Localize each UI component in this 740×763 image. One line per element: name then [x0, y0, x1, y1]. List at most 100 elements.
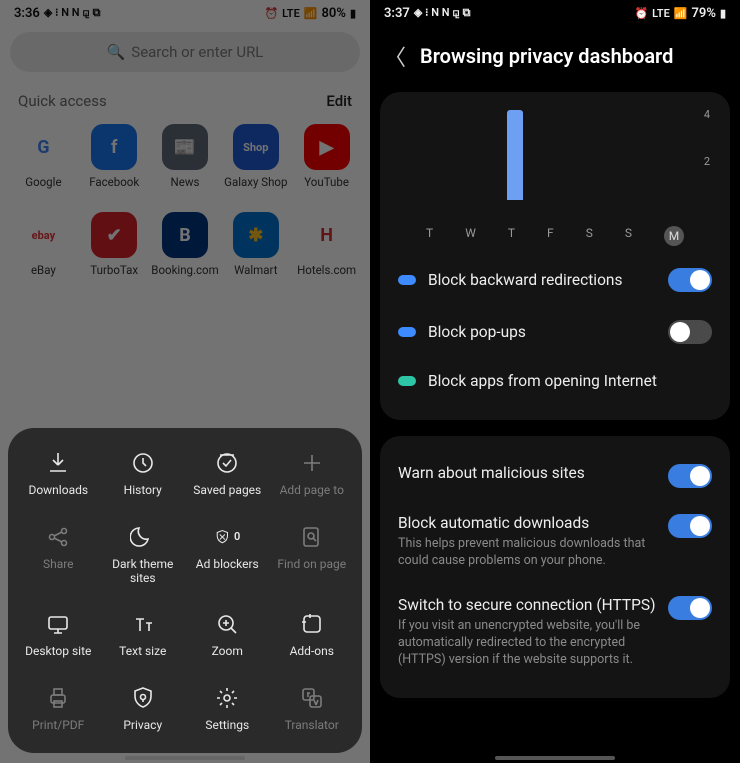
toggle[interactable] — [668, 320, 712, 344]
setting-title: Block automatic downloads — [398, 514, 656, 532]
site-label: Google — [25, 176, 61, 202]
nav-handle[interactable] — [495, 756, 615, 760]
quick-access-site[interactable]: ✱Walmart — [220, 212, 291, 290]
quick-access-site[interactable]: 📰News — [150, 124, 221, 202]
sheet-shield[interactable]: 0 Ad blockers — [185, 524, 270, 586]
sheet-desktop[interactable]: Desktop site — [16, 611, 101, 659]
nav-handle[interactable] — [125, 756, 245, 760]
sheet-settings[interactable]: Settings — [185, 685, 270, 733]
quick-access-site[interactable]: Shop Galaxy Shop — [220, 124, 291, 202]
status-icons: ◈ ⁝ N N ⚼ ⧉ — [44, 6, 101, 20]
sheet-label: Dark theme sites — [104, 558, 182, 586]
setting-desc: If you visit an unencrypted website, you… — [398, 618, 656, 669]
plus-icon — [299, 450, 325, 476]
quick-access-site[interactable]: GGoogle — [8, 124, 79, 202]
search-icon: 🔍 — [107, 43, 126, 61]
toggle[interactable] — [668, 464, 712, 488]
zoom-icon — [214, 611, 240, 637]
sheet-zoom[interactable]: Zoom — [185, 611, 270, 659]
back-button[interactable]: 〈 — [384, 40, 406, 72]
chart-x-axis: TWTFSSM — [396, 226, 714, 254]
sheet-print: Print/PDF — [16, 685, 101, 733]
setting-row[interactable]: Switch to secure connection (HTTPS)If yo… — [396, 584, 714, 683]
network-icon: LTE — [282, 7, 300, 20]
sheet-translate: Translator — [270, 685, 355, 733]
chart-day-label: T — [426, 226, 433, 246]
page-header: 〈 Browsing privacy dashboard — [370, 26, 740, 92]
sheet-label: History — [124, 484, 162, 498]
sheet-download[interactable]: Downloads — [16, 450, 101, 498]
clock: 3:37 — [384, 6, 410, 21]
toggle[interactable] — [668, 268, 712, 292]
status-icons: ◈ ⁝ N N ⚼ ⧉ — [414, 6, 471, 20]
quick-access-site[interactable]: ▶ YouTube — [291, 124, 362, 202]
sheet-history[interactable]: History — [101, 450, 186, 498]
status-bar: 3:36 ◈ ⁝ N N ⚼ ⧉ ⏰ LTE 📶 80% ▮ — [0, 0, 370, 26]
site-label: YouTube — [304, 176, 349, 202]
chart-bar — [507, 110, 523, 200]
sheet-label: Zoom — [212, 645, 243, 659]
site-label: Galaxy Shop — [224, 176, 287, 202]
quick-access-site[interactable]: f Facebook — [79, 124, 150, 202]
chart-day-label: M — [664, 226, 684, 246]
sheet-textsize[interactable]: Text size — [101, 611, 186, 659]
site-icon: B — [162, 212, 208, 258]
quick-access-site[interactable]: HHotels.com — [291, 212, 362, 290]
setting-desc: This helps prevent malicious downloads t… — [398, 536, 656, 570]
site-icon: ✔ — [91, 212, 137, 258]
alarm-icon: ⏰ — [264, 7, 278, 20]
quick-access-site[interactable]: ✔ TurboTax — [79, 212, 150, 290]
setting-row[interactable]: Block automatic downloads This helps prev… — [396, 502, 714, 584]
settings-card: Warn about malicious sites Block automati… — [380, 436, 730, 698]
clock: 3:36 — [14, 6, 40, 21]
toggle[interactable] — [668, 514, 712, 538]
sheet-addons[interactable]: Add-ons — [270, 611, 355, 659]
signal-icon: 📶 — [304, 7, 318, 20]
alarm-icon: ⏰ — [634, 7, 648, 20]
sheet-label: Find on page — [277, 558, 346, 572]
sheet-share: Share — [16, 524, 101, 586]
edit-button[interactable]: Edit — [326, 92, 352, 110]
site-icon: Shop — [233, 124, 279, 170]
blocker-row[interactable]: Block apps from opening Internet — [396, 358, 714, 404]
url-search-bar[interactable]: 🔍 Search or enter URL — [10, 32, 360, 72]
setting-row[interactable]: Warn about malicious sites — [396, 452, 714, 502]
sheet-label: Text size — [119, 645, 166, 659]
quick-access-site[interactable]: B Booking.com — [150, 212, 221, 290]
history-icon — [130, 450, 156, 476]
find-icon — [299, 524, 325, 550]
sheet-privacy[interactable]: Privacy — [101, 685, 186, 733]
network-icon: LTE — [652, 7, 670, 20]
site-icon: ▶ — [304, 124, 350, 170]
site-label: Facebook — [89, 176, 139, 202]
shield-icon: 0 — [214, 524, 240, 550]
tools-bottom-sheet: DownloadsHistorySaved pagesAdd page toSh… — [8, 428, 362, 753]
blocker-row[interactable]: Block backward redirections — [396, 254, 714, 306]
sheet-label: Print/PDF — [32, 719, 84, 733]
site-label: Booking.com — [151, 264, 218, 290]
site-icon: f — [91, 124, 137, 170]
sheet-moon[interactable]: Dark theme sites — [101, 524, 186, 586]
textsize-icon — [130, 611, 156, 637]
chart-day-label: S — [625, 226, 632, 246]
quick-access-site[interactable]: ebayeBay — [8, 212, 79, 290]
setting-title: Warn about malicious sites — [398, 464, 656, 482]
quick-access-grid: GGoogle f Facebook 📰News Shop Galaxy Shop ▶ You… — [0, 120, 370, 308]
sheet-label: Saved pages — [193, 484, 261, 498]
battery-pct: 79% — [691, 6, 715, 21]
sheet-label: Ad blockers — [196, 558, 259, 572]
desktop-icon — [45, 611, 71, 637]
blocker-label: Block backward redirections — [428, 271, 656, 289]
chart-day-label: W — [465, 226, 476, 246]
site-label: TurboTax — [90, 264, 138, 290]
sheet-saved[interactable]: Saved pages — [185, 450, 270, 498]
blocker-row[interactable]: Block pop-ups — [396, 306, 714, 358]
site-label: News — [171, 176, 200, 202]
color-dot — [398, 376, 416, 386]
sheet-label: Add-ons — [290, 645, 334, 659]
color-dot — [398, 275, 416, 285]
privacy-chart: 42 — [396, 108, 714, 218]
sheet-label: Downloads — [28, 484, 88, 498]
toggle[interactable] — [668, 596, 712, 620]
chart-day-label: S — [586, 226, 593, 246]
